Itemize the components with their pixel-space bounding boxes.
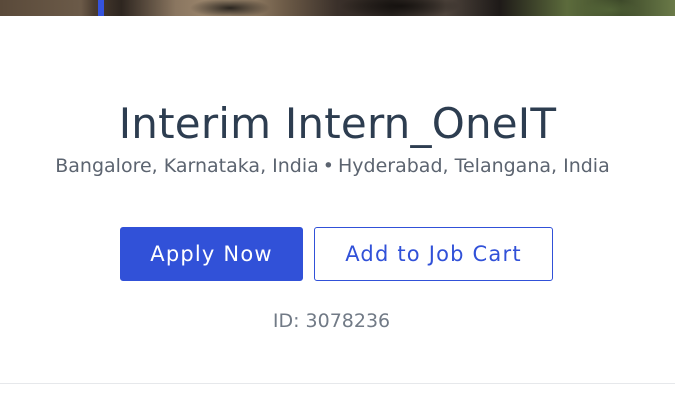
hero-banner-image [0,0,675,16]
job-locations: Bangalore, Karnataka, India • Hyderabad, T… [0,153,665,179]
apply-now-button[interactable]: Apply Now [120,227,303,281]
section-divider [0,383,675,384]
location-item: Bangalore, Karnataka, India [55,155,319,177]
location-separator: • [322,155,335,177]
job-title: Interim Intern_OneIT [118,99,557,148]
add-to-job-cart-button[interactable]: Add to Job Cart [314,227,553,281]
job-id: ID: 3078236 [272,310,391,332]
location-item: Hyderabad, Telangana, India [338,155,610,177]
hero-accent-bar [98,0,104,16]
job-detail-page: Interim Intern_OneIT Bangalore, Karnatak… [0,0,675,405]
